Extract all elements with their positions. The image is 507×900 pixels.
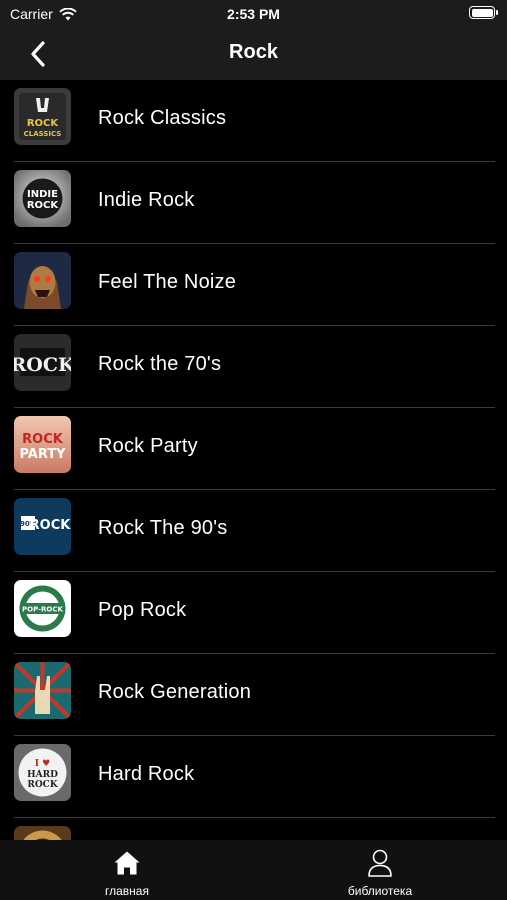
svg-text:ROCK: ROCK	[27, 118, 60, 129]
battery-icon	[469, 6, 498, 19]
station-row-pop-rock[interactable]: POP-ROCK Pop Rock	[0, 572, 507, 654]
station-list[interactable]: ROCK CLASSICS Rock Classics INDIE ROCK I…	[0, 80, 507, 840]
svg-text:CLASSICS: CLASSICS	[24, 130, 62, 138]
station-name: Rock Classics	[98, 107, 227, 129]
svg-text:ROCK: ROCK	[30, 518, 71, 533]
indie-rock-art: INDIE ROCK	[14, 170, 71, 227]
rock-party-art: ROCK PARTY	[14, 416, 71, 473]
tab-library[interactable]: библиотека	[310, 848, 450, 898]
station-row-feel-the-noize[interactable]: Feel The Noize	[0, 244, 507, 326]
rock-generation-art	[14, 662, 71, 719]
station-row-rock-classics[interactable]: ROCK CLASSICS Rock Classics	[0, 80, 507, 162]
svg-text:ROCK: ROCK	[27, 200, 60, 211]
station-name: Rock Generation	[98, 681, 252, 703]
navigation-bar: Rock	[0, 28, 507, 80]
svg-text:ROCK: ROCK	[27, 780, 58, 790]
station-row-indie-rock[interactable]: INDIE ROCK Indie Rock	[0, 162, 507, 244]
svg-text:HARD: HARD	[27, 770, 58, 780]
user-icon	[368, 849, 392, 877]
svg-text:INDIE: INDIE	[27, 189, 58, 200]
rock-classics-art: ROCK CLASSICS	[14, 88, 71, 145]
status-time: 2:53 PM	[227, 6, 280, 22]
status-bar: Carrier 2:53 PM	[0, 0, 507, 28]
hard-rock-art: I ♥ HARD ROCK	[14, 744, 71, 801]
tab-home-label: главная	[105, 884, 149, 898]
station-name: Rock The 90's	[98, 517, 228, 539]
page-title: Rock	[229, 41, 278, 63]
feel-the-noize-art	[14, 252, 71, 309]
svg-text:ROCK: ROCK	[14, 354, 71, 376]
partial-art	[14, 826, 71, 840]
station-name: Pop Rock	[98, 599, 187, 621]
tab-library-label: библиотека	[347, 884, 413, 898]
station-name: Rock the 70's	[98, 353, 222, 375]
station-name: Indie Rock	[98, 189, 195, 211]
station-row-rock-party[interactable]: ROCK PARTY Rock Party	[0, 408, 507, 490]
home-icon	[114, 851, 140, 875]
station-row-partial[interactable]	[0, 818, 507, 840]
tab-home[interactable]: главная	[57, 848, 197, 898]
station-row-rock-70s[interactable]: ROCK Rock the 70's	[0, 326, 507, 408]
station-row-rock-90s[interactable]: 90's ROCK Rock The 90's	[0, 490, 507, 572]
svg-text:ROCK: ROCK	[22, 432, 64, 447]
pop-rock-art: POP-ROCK	[14, 580, 71, 637]
top-bar: Carrier 2:53 PM Rock	[0, 0, 507, 80]
svg-text:PARTY: PARTY	[19, 447, 66, 462]
svg-text:I ♥: I ♥	[35, 759, 50, 769]
station-name: Feel The Noize	[98, 271, 237, 293]
svg-text:POP-ROCK: POP-ROCK	[22, 606, 63, 614]
rock-70s-art: ROCK	[14, 334, 71, 391]
station-name: Hard Rock	[98, 763, 195, 785]
rock-90s-art: 90's ROCK	[14, 498, 71, 555]
station-row-hard-rock[interactable]: I ♥ HARD ROCK Hard Rock	[0, 736, 507, 818]
station-name: Rock Party	[98, 435, 198, 457]
tab-bar: главная библиотека	[0, 840, 507, 900]
station-row-rock-generation[interactable]: Rock Generation	[0, 654, 507, 736]
